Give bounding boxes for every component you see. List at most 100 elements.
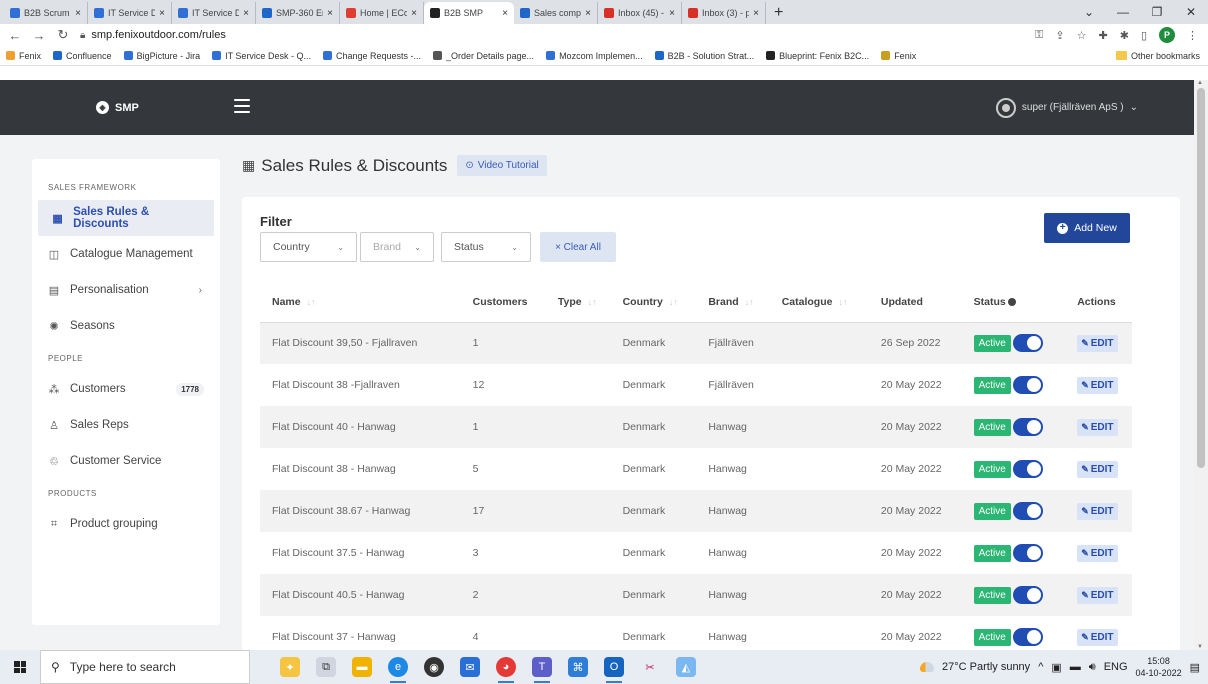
sidebar-item[interactable]: ♙ Sales Reps — [32, 407, 220, 443]
column-header[interactable]: Status — [961, 282, 1066, 323]
new-tab-button[interactable]: + — [766, 2, 791, 24]
sidebar-item[interactable]: ▤ Personalisation › — [32, 272, 220, 308]
scroll-up-icon[interactable]: ▲ — [1197, 80, 1203, 86]
menu-kebab-icon[interactable]: ⋮ — [1187, 29, 1198, 42]
bookmark-item[interactable]: IT Service Desk - Q... — [212, 51, 311, 61]
notification-area-icon[interactable]: ▣ — [1051, 661, 1061, 674]
remote-desktop-icon[interactable]: ◭ — [676, 657, 696, 677]
column-header[interactable]: Name ↓↑ — [260, 282, 461, 323]
teams-icon[interactable]: T — [532, 657, 552, 683]
edit-button[interactable]: ✎ EDIT — [1077, 334, 1118, 352]
sort-icon[interactable]: ↓↑ — [307, 297, 316, 307]
tab-close-icon[interactable]: × — [75, 8, 81, 19]
info-icon[interactable] — [1007, 297, 1016, 306]
browser-tab[interactable]: Sales compan× — [514, 2, 598, 24]
browser-tab[interactable]: IT Service Desk × — [88, 2, 172, 24]
edit-button[interactable]: ✎ EDIT — [1077, 418, 1118, 436]
bookmark-item[interactable]: Fenix — [6, 51, 41, 61]
mail-icon[interactable]: ✉ — [460, 657, 480, 677]
tab-close-icon[interactable]: × — [159, 8, 165, 19]
profile-avatar[interactable]: P — [1159, 27, 1175, 43]
reload-button[interactable]: ↻ — [56, 27, 70, 43]
status-select[interactable]: Status ⌄ — [441, 232, 531, 262]
back-button[interactable]: ← — [8, 28, 22, 43]
bookmark-item[interactable]: _Order Details page... — [433, 51, 534, 61]
edit-button[interactable]: ✎ EDIT — [1077, 628, 1118, 646]
sidebar-item[interactable]: ✺ Seasons — [32, 308, 220, 344]
edge-icon[interactable]: e — [388, 657, 408, 683]
tab-search-icon[interactable]: ⌄ — [1072, 0, 1106, 24]
cortana-icon[interactable]: ✦ — [280, 657, 300, 677]
smp-logo[interactable]: ◈ SMP — [96, 80, 139, 135]
volume-icon[interactable]: 🔊︎ — [1089, 661, 1096, 674]
status-toggle[interactable] — [1012, 334, 1043, 353]
browser-tab[interactable]: Inbox (45) - p × — [598, 2, 682, 24]
tab-close-icon[interactable]: × — [411, 8, 417, 19]
sort-icon[interactable]: ↓↑ — [838, 297, 847, 307]
page-scrollbar[interactable]: ▲ ▼ — [1194, 80, 1208, 650]
browser-tab[interactable]: B2B Scrum Bo × — [4, 2, 88, 24]
edit-button[interactable]: ✎ EDIT — [1077, 460, 1118, 478]
sidebar-item[interactable]: ♲ Customer Service — [32, 443, 220, 479]
chrome-icon[interactable]: ◕ — [496, 657, 516, 683]
share-icon[interactable]: ⇪ — [1055, 29, 1064, 42]
close-window-button[interactable]: ✕ — [1174, 0, 1208, 24]
url-field[interactable]: 🔒︎ smp.fenixoutdoor.com/rules — [80, 29, 226, 41]
country-select[interactable]: Country ⌄ — [260, 232, 357, 262]
edit-button[interactable]: ✎ EDIT — [1077, 502, 1118, 520]
clock[interactable]: 15:08 04-10-2022 — [1136, 655, 1182, 679]
browser-tab[interactable]: B2B SMP × — [424, 2, 514, 24]
sort-icon[interactable]: ↓↑ — [588, 297, 597, 307]
other-bookmarks[interactable]: Other bookmarks — [1109, 50, 1200, 61]
restore-button[interactable]: ❐ — [1140, 0, 1174, 24]
bookmark-item[interactable]: Confluence — [53, 51, 112, 61]
tab-close-icon[interactable]: × — [585, 8, 591, 19]
tab-close-icon[interactable]: × — [669, 8, 675, 19]
lang-switch[interactable]: ENG — [1104, 661, 1128, 673]
notifications-icon[interactable]: ▤ — [1190, 661, 1200, 674]
add-new-button[interactable]: + Add New — [1044, 213, 1130, 243]
browser-tab[interactable]: IT Service Des × — [172, 2, 256, 24]
sidebar-item[interactable]: ⁂ Customers 1778 — [32, 371, 220, 407]
status-toggle[interactable] — [1012, 586, 1043, 604]
sidebar-item[interactable]: ◫ Catalogue Management — [32, 236, 220, 272]
browser-tab[interactable]: Inbox (3) - po × — [682, 2, 766, 24]
video-tutorial-button[interactable]: ⊙ Video Tutorial — [457, 155, 547, 176]
column-header[interactable]: Brand ↓↑ — [696, 282, 770, 323]
user-menu[interactable]: super (Fjällräven ApS ) ⌄ — [995, 80, 1138, 135]
column-header[interactable]: Customers — [460, 282, 546, 323]
extension-icon[interactable]: ✚ — [1099, 29, 1108, 42]
task-view-icon[interactable]: ⧉ — [316, 657, 336, 677]
bookmark-star-icon[interactable]: ☆ — [1077, 29, 1087, 42]
taskbar-search[interactable]: ⚲ Type here to search — [40, 650, 250, 684]
column-header[interactable]: Type ↓↑ — [545, 282, 611, 323]
edit-button[interactable]: ✎ EDIT — [1077, 586, 1118, 604]
file-explorer-icon[interactable]: ▬ — [352, 657, 372, 677]
column-header[interactable]: Updated — [868, 282, 962, 323]
bookmark-item[interactable]: BigPicture - Jira — [123, 51, 200, 61]
bookmark-item[interactable]: Fenix — [881, 51, 916, 61]
column-header[interactable]: Catalogue ↓↑ — [769, 282, 869, 323]
hamburger-menu-icon[interactable] — [234, 99, 250, 113]
dell-icon[interactable]: ◉ — [424, 657, 444, 677]
puzzle-icon[interactable]: ✱ — [1120, 29, 1129, 42]
column-header[interactable]: Actions — [1065, 282, 1132, 323]
windows-start-icon[interactable] — [0, 661, 40, 673]
sort-icon[interactable]: ↓↑ — [669, 297, 678, 307]
bookmark-item[interactable]: Change Requests -... — [322, 51, 421, 61]
tab-close-icon[interactable]: × — [243, 8, 249, 19]
weather-text[interactable]: 27°C Partly sunny — [942, 661, 1030, 673]
edit-button[interactable]: ✎ EDIT — [1077, 544, 1118, 562]
sidebar-item[interactable]: ▦ Sales Rules & Discounts — [38, 200, 214, 236]
status-toggle[interactable] — [1012, 376, 1043, 394]
clear-all-button[interactable]: × Clear All — [540, 232, 616, 262]
forward-button[interactable]: → — [32, 28, 46, 43]
tab-close-icon[interactable]: × — [327, 8, 333, 19]
column-header[interactable]: Country ↓↑ — [610, 282, 697, 323]
tab-close-icon[interactable]: × — [753, 8, 759, 19]
edit-button[interactable]: ✎ EDIT — [1077, 376, 1118, 394]
side-panel-icon[interactable]: ▯ — [1141, 29, 1147, 42]
bookmark-item[interactable]: B2B - Solution Strat... — [654, 51, 754, 61]
scrollbar-thumb[interactable] — [1197, 88, 1205, 468]
outlook-icon[interactable]: O — [604, 657, 624, 683]
